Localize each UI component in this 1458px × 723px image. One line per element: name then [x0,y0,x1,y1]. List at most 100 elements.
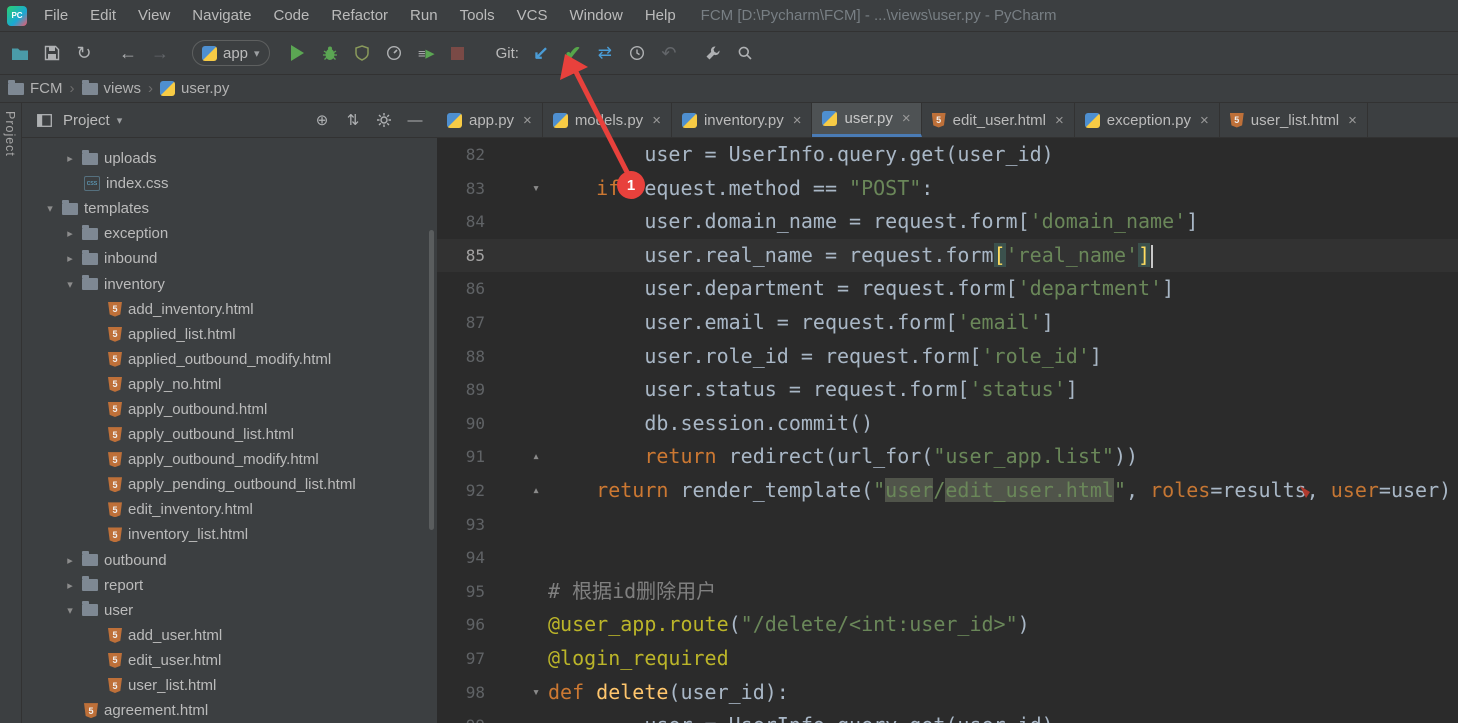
line-number[interactable]: 84 [437,205,485,239]
code-line[interactable]: 94 [437,541,1458,575]
close-tab-icon[interactable]: × [902,110,911,127]
code-line[interactable]: 99 user = UserInfo.query.get(user_id) [437,709,1458,723]
menu-item-help[interactable]: Help [634,0,687,32]
project-scrollbar[interactable] [429,230,434,530]
tree-item[interactable]: ▾ user [22,598,437,623]
menu-item-tools[interactable]: Tools [449,0,506,32]
chevron-collapsed-icon[interactable]: ▸ [62,554,78,567]
line-number[interactable]: 87 [437,306,485,340]
tab-inventory.py[interactable]: inventory.py × [672,103,813,137]
line-number[interactable]: 82 [437,138,485,172]
close-tab-icon[interactable]: × [1348,112,1357,129]
tree-item[interactable]: ▾ inventory [22,271,437,296]
chevron-collapsed-icon[interactable]: ▸ [62,252,78,265]
fold-marker-icon[interactable]: ▾ [485,172,548,206]
tree-item[interactable]: ▸ outbound [22,548,437,573]
chevron-collapsed-icon[interactable]: ▸ [62,579,78,592]
close-tab-icon[interactable]: × [1200,112,1209,129]
code-line[interactable]: 82 user = UserInfo.query.get(user_id) [437,138,1458,172]
line-number[interactable]: 96 [437,608,485,642]
breadcrumb-item[interactable]: FCM [8,79,63,97]
tab-exception.py[interactable]: exception.py × [1075,103,1220,137]
menu-item-run[interactable]: Run [399,0,449,32]
sync-icon[interactable]: ↻ [69,38,99,68]
code-line[interactable]: 83 ▾ if request.method == "POST": [437,172,1458,206]
tab-models.py[interactable]: models.py × [543,103,672,137]
collapse-all-icon[interactable]: ⇅ [341,108,365,132]
close-tab-icon[interactable]: × [793,112,802,129]
code-line[interactable]: 93 [437,508,1458,542]
tree-item[interactable]: 5 edit_user.html [22,648,437,673]
settings-wrench-icon[interactable] [698,38,728,68]
locate-file-icon[interactable]: ⊕ [310,108,334,132]
code-line[interactable]: 87 user.email = request.form['email'] [437,306,1458,340]
stop-icon[interactable] [443,38,473,68]
tree-item[interactable]: 5 apply_pending_outbound_list.html [22,472,437,497]
commit-icon[interactable]: ✔ [558,38,588,68]
run-with-profiler-icon[interactable]: ≡ ▶ [411,38,441,68]
code-line[interactable]: 98 ▾ def delete(user_id): [437,676,1458,710]
run-config-selector[interactable]: app ▾ [192,40,270,66]
code-line[interactable]: 84 user.domain_name = request.form['doma… [437,205,1458,239]
menu-item-view[interactable]: View [127,0,181,32]
menu-item-refactor[interactable]: Refactor [320,0,399,32]
line-number[interactable]: 95 [437,575,485,609]
search-everywhere-icon[interactable] [730,38,760,68]
save-all-icon[interactable] [37,38,67,68]
menu-item-navigate[interactable]: Navigate [181,0,262,32]
line-number[interactable]: 88 [437,340,485,374]
code-line[interactable]: 86 user.department = request.form['depar… [437,272,1458,306]
project-panel-title[interactable]: Project [63,112,110,129]
line-number[interactable]: 92 [437,474,485,508]
menu-item-vcs[interactable]: VCS [506,0,559,32]
hide-panel-icon[interactable]: — [403,108,427,132]
chevron-collapsed-icon[interactable]: ▸ [62,227,78,240]
profiler-icon[interactable] [379,38,409,68]
tree-item[interactable]: ▸ report [22,573,437,598]
line-number[interactable]: 97 [437,642,485,676]
line-number[interactable]: 94 [437,541,485,575]
chevron-expanded-icon[interactable]: ▾ [62,604,78,617]
code-line[interactable]: 85 user.real_name = request.form['real_n… [437,238,1458,273]
tree-item[interactable]: ▸ uploads [22,146,437,171]
line-number[interactable]: 89 [437,373,485,407]
push-icon[interactable]: ⇄ [590,38,620,68]
back-icon[interactable]: ← [113,38,143,68]
tree-item[interactable]: 5 inventory_list.html [22,522,437,547]
close-tab-icon[interactable]: × [652,112,661,129]
code-line[interactable]: 92 ▴ return render_template("user/edit_us… [437,474,1458,508]
breadcrumb-item[interactable]: views [81,79,141,97]
tree-item[interactable]: 5 agreement.html [22,698,437,723]
chevron-collapsed-icon[interactable]: ▸ [62,152,78,165]
close-tab-icon[interactable]: × [1055,112,1064,129]
tree-item[interactable]: 5 add_user.html [22,623,437,648]
tab-user_list.html[interactable]: 5 user_list.html × [1220,103,1368,137]
code-line[interactable]: 97 @login_required [437,642,1458,676]
chevron-expanded-icon[interactable]: ▾ [42,202,58,215]
run-icon[interactable] [283,38,313,68]
close-tab-icon[interactable]: × [523,112,532,129]
tree-item[interactable]: 5 applied_outbound_modify.html [22,347,437,372]
code-editor[interactable]: 82 user = UserInfo.query.get(user_id) 83 ▾… [437,138,1458,723]
tab-app.py[interactable]: app.py × [437,103,543,137]
line-number[interactable]: 99 [437,709,485,723]
open-project-icon[interactable] [5,38,35,68]
code-line[interactable]: 88 user.role_id = request.form['role_id'… [437,340,1458,374]
history-icon[interactable] [622,38,652,68]
gear-icon[interactable] [372,108,396,132]
update-project-icon[interactable]: ↙ [526,38,556,68]
tree-item[interactable]: 5 apply_outbound_modify.html [22,447,437,472]
coverage-icon[interactable] [347,38,377,68]
line-number[interactable]: 98 [437,676,485,710]
line-number[interactable]: 91 [437,440,485,474]
code-line[interactable]: 90 db.session.commit() [437,407,1458,441]
forward-icon[interactable]: → [145,38,175,68]
debug-icon[interactable] [315,38,345,68]
menu-item-file[interactable]: File [33,0,79,32]
code-line[interactable]: 89 user.status = request.form['status'] [437,373,1458,407]
tree-item[interactable]: ▸ inbound [22,246,437,271]
menu-item-edit[interactable]: Edit [79,0,127,32]
tab-user.py[interactable]: user.py × [812,103,922,137]
line-number[interactable]: 93 [437,508,485,542]
tree-item[interactable]: css index.css [22,171,437,196]
